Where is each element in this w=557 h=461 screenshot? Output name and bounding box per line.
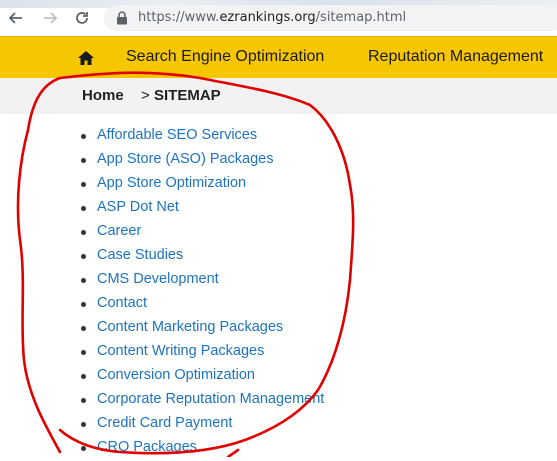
url-host: ezrankings.org xyxy=(219,10,316,25)
list-item: CMS Development xyxy=(0,269,400,293)
breadcrumb-current: SITEMAP xyxy=(154,87,221,104)
reload-button[interactable] xyxy=(72,8,92,28)
bullet-icon xyxy=(81,374,86,379)
sitemap-link[interactable]: App Store (ASO) Packages xyxy=(97,151,274,167)
list-item: Content Marketing Packages xyxy=(0,317,400,341)
list-item: App Store (ASO) Packages xyxy=(0,149,400,173)
bullet-icon xyxy=(81,182,86,187)
list-item: Contact xyxy=(0,293,400,317)
url-prefix: https://www. xyxy=(138,10,220,25)
list-item: Credit Card Payment xyxy=(0,413,400,437)
bullet-icon xyxy=(81,206,86,211)
sitemap-link[interactable]: CMS Development xyxy=(97,271,219,287)
back-arrow-icon xyxy=(8,12,22,24)
bullet-icon xyxy=(81,254,86,259)
sitemap-link[interactable]: Content Marketing Packages xyxy=(97,319,283,335)
browser-toolbar: https://www.ezrankings.org/sitemap.html xyxy=(0,0,557,36)
bullet-icon xyxy=(81,446,86,451)
back-button[interactable] xyxy=(6,8,26,28)
sitemap-link[interactable]: Corporate Reputation Management xyxy=(97,391,324,407)
reload-icon xyxy=(76,12,88,24)
sitemap-link[interactable]: Credit Card Payment xyxy=(97,415,232,431)
forward-button[interactable] xyxy=(40,8,60,28)
breadcrumb-separator: > xyxy=(141,87,150,104)
bullet-icon xyxy=(81,158,86,163)
lock-icon xyxy=(117,11,127,25)
sitemap-link[interactable]: Career xyxy=(97,223,141,239)
sitemap-link[interactable]: Conversion Optimization xyxy=(97,367,255,383)
sitemap-link[interactable]: Affordable SEO Services xyxy=(97,127,257,143)
list-item: Content Writing Packages xyxy=(0,341,400,365)
home-icon[interactable] xyxy=(77,50,95,66)
list-item: Career xyxy=(0,221,400,245)
list-item: Conversion Optimization xyxy=(0,365,400,389)
nav-link-seo[interactable]: Search Engine Optimization xyxy=(126,48,324,66)
list-item: ASP Dot Net xyxy=(0,197,400,221)
bullet-icon xyxy=(81,134,86,139)
sitemap-list: Affordable SEO Services App Store (ASO) P… xyxy=(0,125,400,461)
url-text: https://www.ezrankings.org/sitemap.html xyxy=(138,10,406,25)
address-bar[interactable]: https://www.ezrankings.org/sitemap.html xyxy=(104,5,557,31)
site-navigation: Search Engine Optimization Reputation Ma… xyxy=(0,36,557,79)
sitemap-link[interactable]: ASP Dot Net xyxy=(97,199,179,215)
sitemap-link[interactable]: Content Writing Packages xyxy=(97,343,264,359)
bullet-icon xyxy=(81,278,86,283)
bullet-icon xyxy=(81,302,86,307)
list-item: Case Studies xyxy=(0,245,400,269)
sitemap-link[interactable]: CRO Packages xyxy=(97,439,197,455)
sitemap-link[interactable]: Case Studies xyxy=(97,247,183,263)
bullet-icon xyxy=(81,326,86,331)
list-item: App Store Optimization xyxy=(0,173,400,197)
forward-arrow-icon xyxy=(44,12,58,24)
url-path: /sitemap.html xyxy=(315,10,407,25)
sitemap-link[interactable]: App Store Optimization xyxy=(97,175,246,191)
bullet-icon xyxy=(81,422,86,427)
breadcrumb-home-link[interactable]: Home xyxy=(82,87,124,104)
bullet-icon xyxy=(81,350,86,355)
breadcrumb: Home > SITEMAP xyxy=(0,78,557,114)
sitemap-link[interactable]: Contact xyxy=(97,295,147,311)
list-item: CRO Packages xyxy=(0,437,400,461)
nav-link-reputation[interactable]: Reputation Management xyxy=(368,48,543,66)
list-item: Affordable SEO Services xyxy=(0,125,400,149)
bullet-icon xyxy=(81,398,86,403)
bullet-icon xyxy=(81,230,86,235)
list-item: Corporate Reputation Management xyxy=(0,389,400,413)
